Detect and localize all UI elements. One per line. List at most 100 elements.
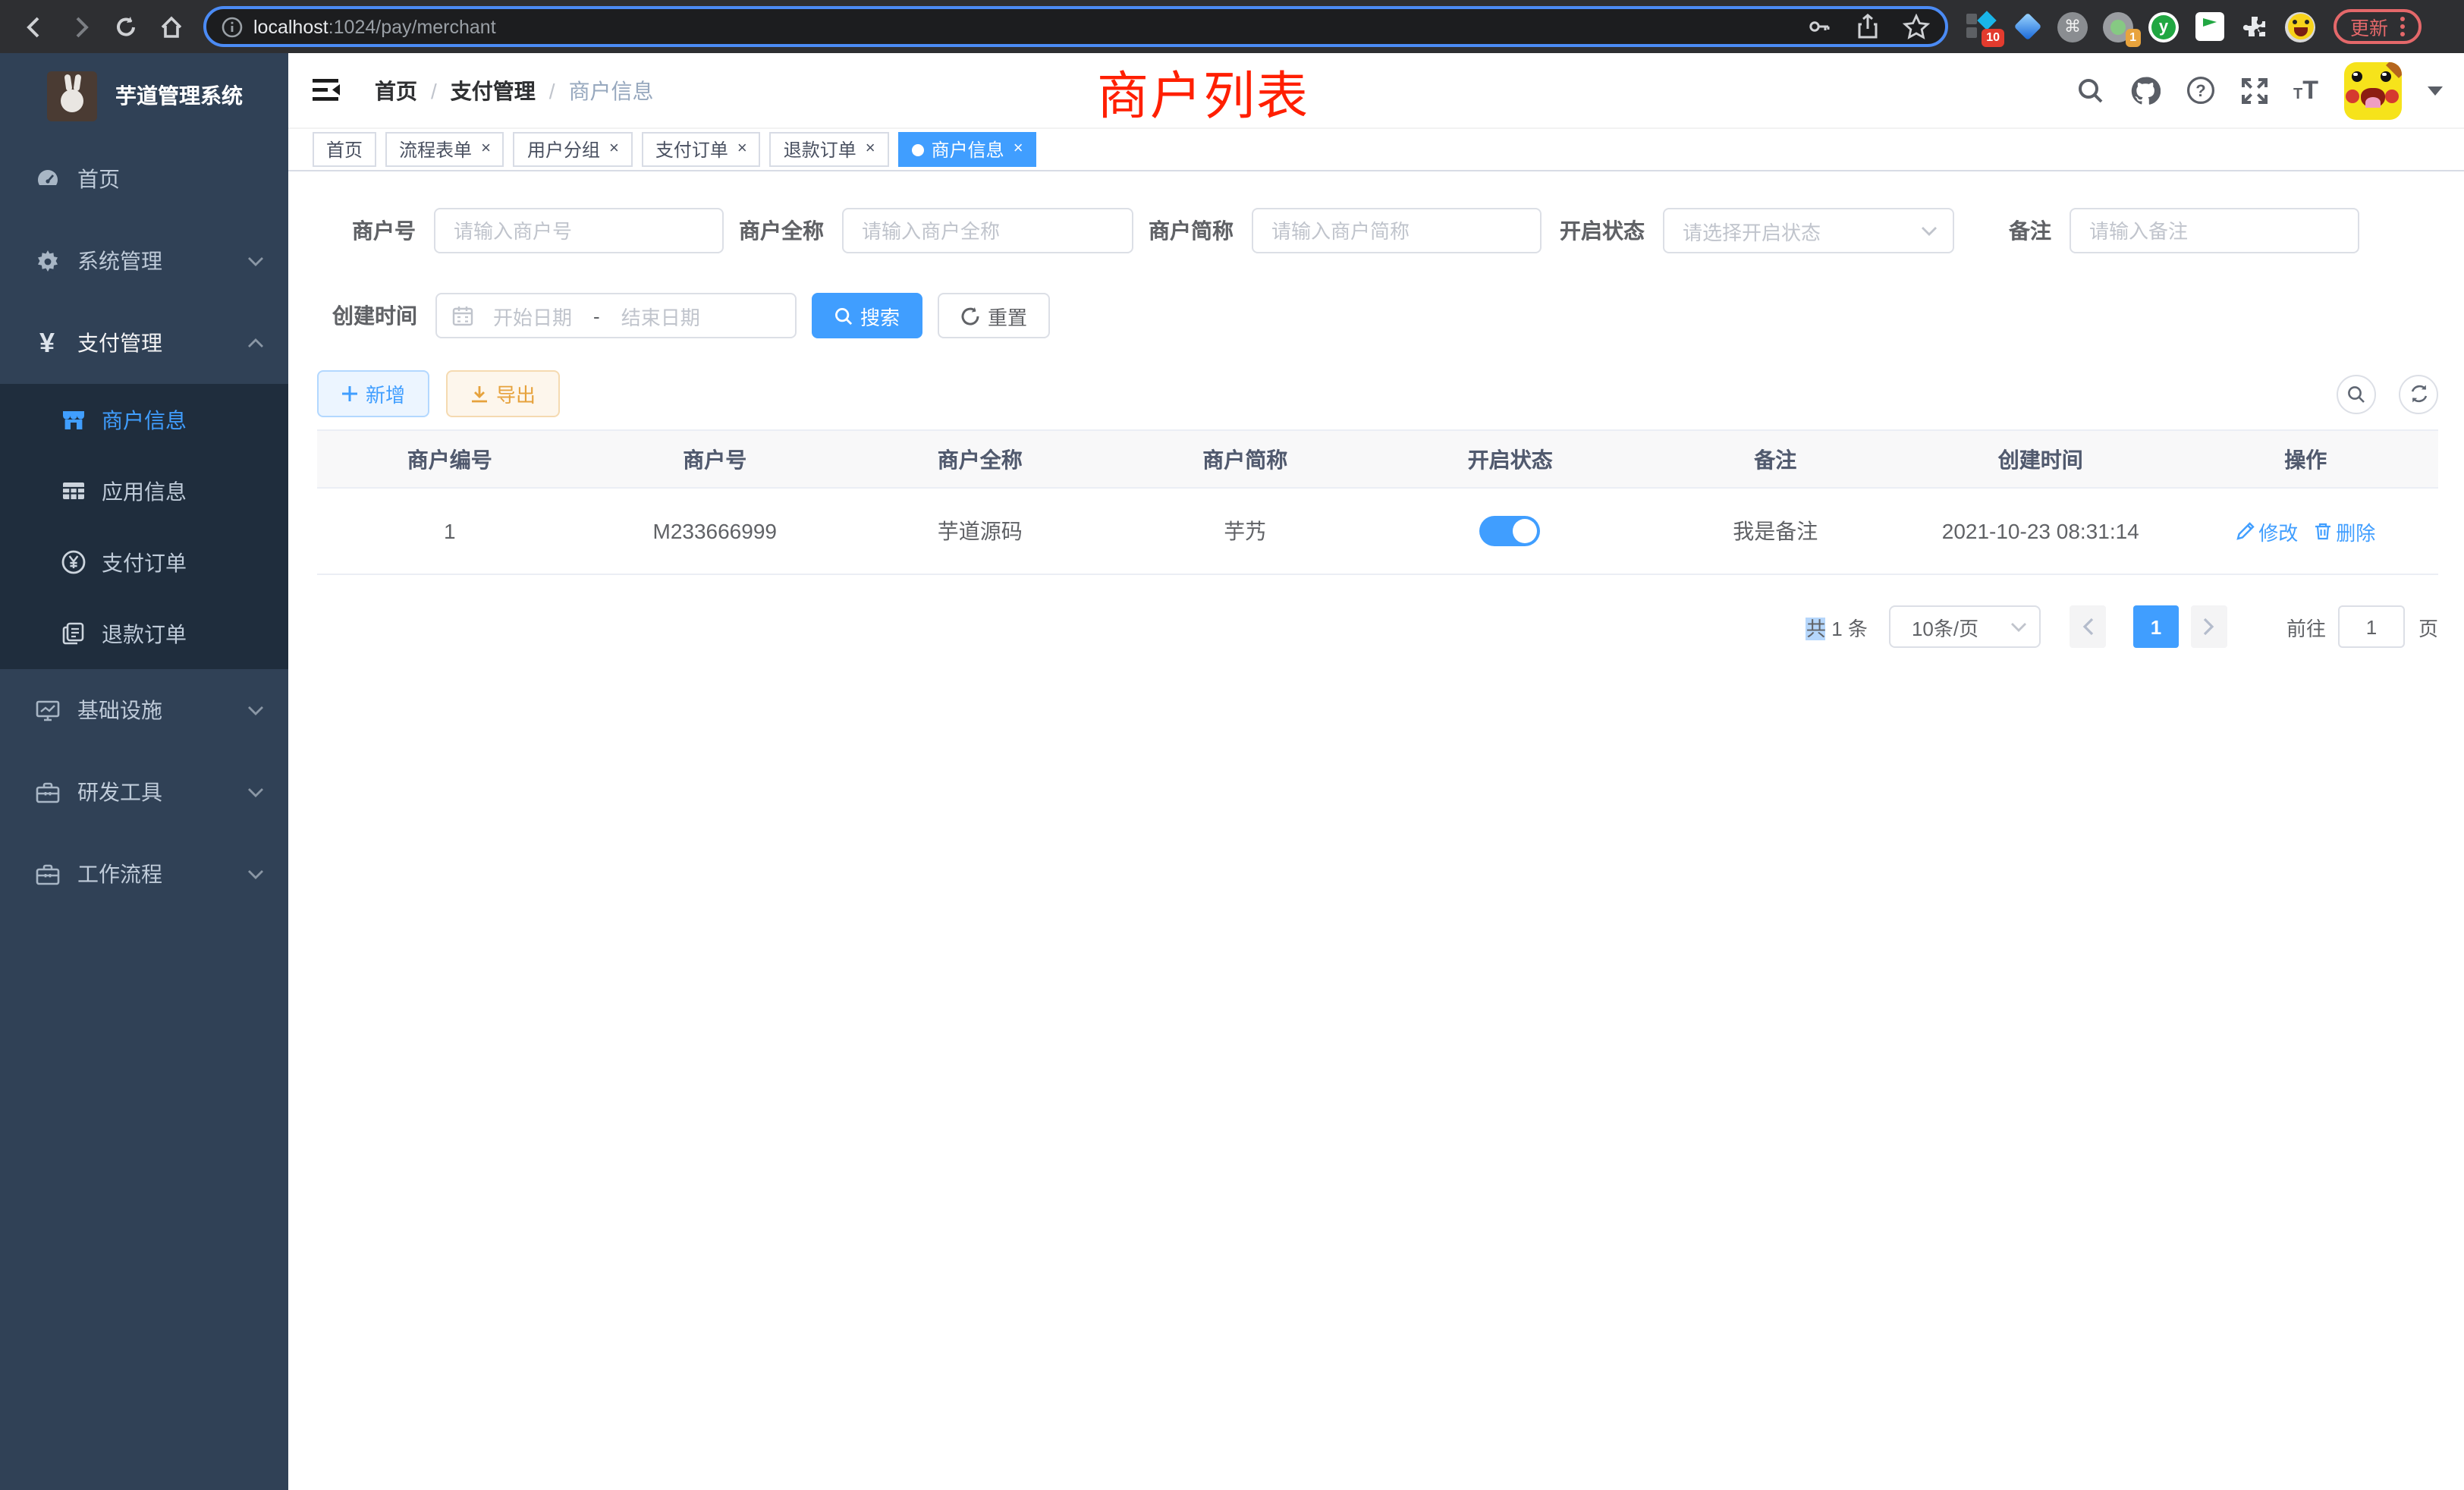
update-label: 更新 [2350,12,2388,41]
sidebar-item-label: 商户信息 [102,404,187,435]
reset-button[interactable]: 重置 [938,293,1050,338]
close-icon[interactable]: × [866,141,875,158]
page-size-select[interactable]: 10条/页 [1889,605,2041,648]
extension-badge: 10 [1982,29,2004,46]
merchant-name-label: 商户全称 [739,215,824,246]
tab-home[interactable]: 首页 [313,132,376,167]
cell-full-name: 芋道源码 [847,516,1113,546]
refresh-icon [960,306,980,325]
sidebar-item-system[interactable]: 系统管理 [0,220,288,302]
puzzle-extensions-icon[interactable] [2239,11,2270,42]
sidebar-item-dev-tools[interactable]: 研发工具 [0,751,288,833]
sidebar-item-infrastructure[interactable]: 基础设施 [0,669,288,751]
tab-merchant-info[interactable]: 商户信息× [898,132,1037,167]
sidebar-item-workflow[interactable]: 工作流程 [0,833,288,915]
chevron-down-icon [247,256,264,266]
breadcrumb-payment[interactable]: 支付管理 [451,75,536,105]
fullscreen-icon[interactable] [2240,77,2268,104]
tab-process-form[interactable]: 流程表单× [385,132,504,167]
add-button[interactable]: 新增 [317,370,429,417]
breadcrumb-home[interactable]: 首页 [375,75,417,105]
help-icon[interactable]: ? [2186,76,2214,105]
address-bar[interactable]: localhost:1024/pay/merchant [203,6,1948,47]
key-icon[interactable] [1807,14,1833,39]
sidebar-item-app-info[interactable]: 应用信息 [0,455,288,527]
prev-page-button[interactable] [2070,605,2106,648]
status-select[interactable]: 请选择开启状态 [1663,208,1954,253]
share-icon[interactable] [1856,14,1880,39]
bookmark-star-icon[interactable] [1903,14,1930,39]
edit-link[interactable]: 修改 [2236,517,2298,545]
merchant-short-input[interactable] [1252,208,1542,253]
sidebar-item-refund-order[interactable]: 退款订单 [0,598,288,669]
forward-icon[interactable] [64,10,97,43]
chevron-up-icon [247,338,264,348]
close-icon[interactable]: × [481,141,491,158]
browser-update-button[interactable]: 更新 [2334,9,2422,44]
status-toggle[interactable] [1480,516,1541,546]
grid-icon [59,478,86,504]
command-extension-icon[interactable]: ⌘ [2057,11,2088,42]
sidebar-item-merchant-info[interactable]: 商户信息 [0,384,288,455]
close-icon[interactable]: × [609,141,619,158]
sidebar-item-home[interactable]: 首页 [0,138,288,220]
sidebar-item-pay-order[interactable]: 支付订单 [0,527,288,598]
flag-extension-icon[interactable] [2194,11,2224,42]
active-tab-dot [912,143,924,156]
close-icon[interactable]: × [1014,141,1023,158]
emoji-extension-icon[interactable] [2285,11,2315,42]
browser-menu-icon[interactable] [2400,17,2405,36]
sidebar-logo[interactable]: 芋道管理系统 [0,53,288,138]
magnifier-icon [834,306,853,325]
github-icon[interactable] [2129,76,2160,105]
toolbox-icon [33,779,61,805]
date-end-placeholder: 结束日期 [621,301,700,330]
cell-merchant-no: M233666999 [583,519,848,543]
tab-pay-order[interactable]: 支付订单× [642,132,761,167]
search-icon[interactable] [2076,77,2104,104]
search-button[interactable]: 搜索 [812,293,922,338]
gem-extension-icon[interactable] [2012,11,2042,42]
tab-user-group[interactable]: 用户分组× [514,132,633,167]
export-button[interactable]: 导出 [446,370,560,417]
remark-input[interactable] [2070,208,2359,253]
cell-short-name: 芋艿 [1113,516,1378,546]
tab-refund-order[interactable]: 退款订单× [770,132,889,167]
y-extension-icon[interactable]: y [2148,11,2179,42]
chevron-down-icon [247,869,264,879]
font-size-icon[interactable]: TT [2293,77,2318,103]
url-text[interactable]: localhost:1024/pay/merchant [253,16,496,37]
calendar-icon [452,305,473,326]
profile-extension-icon[interactable]: 1 [2103,11,2133,42]
delete-link[interactable]: 删除 [2313,517,2375,545]
sidebar-item-payment[interactable]: ¥ 支付管理 [0,302,288,384]
home-icon[interactable] [155,10,188,43]
goto-page-input[interactable] [2338,605,2405,648]
app-title: 芋道管理系统 [115,80,243,111]
chevron-down-icon [247,705,264,715]
hamburger-icon[interactable] [311,75,341,105]
user-avatar[interactable] [2344,61,2402,119]
close-icon[interactable]: × [737,141,747,158]
reload-icon[interactable] [109,10,143,43]
chevron-down-icon [1921,225,1938,236]
next-page-button[interactable] [2191,605,2227,648]
date-range-picker[interactable]: 开始日期 - 结束日期 [435,293,797,338]
merchant-no-input[interactable] [434,208,724,253]
plus-icon [341,385,358,402]
tags-view-bar: 首页 流程表单× 用户分组× 支付订单× 退款订单× 商户信息× [288,129,2464,171]
merchant-name-input[interactable] [842,208,1133,253]
info-icon[interactable] [222,16,243,37]
cell-remark: 我是备注 [1643,516,1909,546]
show-search-button[interactable] [2337,374,2376,413]
remark-label: 备注 [2009,215,2051,246]
page-unit-label: 页 [2418,612,2438,641]
edit-pencil-icon [2236,522,2254,540]
page-number-current[interactable]: 1 [2133,605,2179,648]
avatar-dropdown-caret[interactable] [2428,86,2443,95]
merchant-table: 商户编号 商户号 商户全称 商户简称 开启状态 备注 创建时间 操作 1 M23… [317,429,2438,575]
sidebar-item-label: 应用信息 [102,476,187,506]
refresh-table-button[interactable] [2399,374,2438,413]
sidekick-extension-icon[interactable]: 10 [1966,11,1997,42]
back-icon[interactable] [18,10,52,43]
